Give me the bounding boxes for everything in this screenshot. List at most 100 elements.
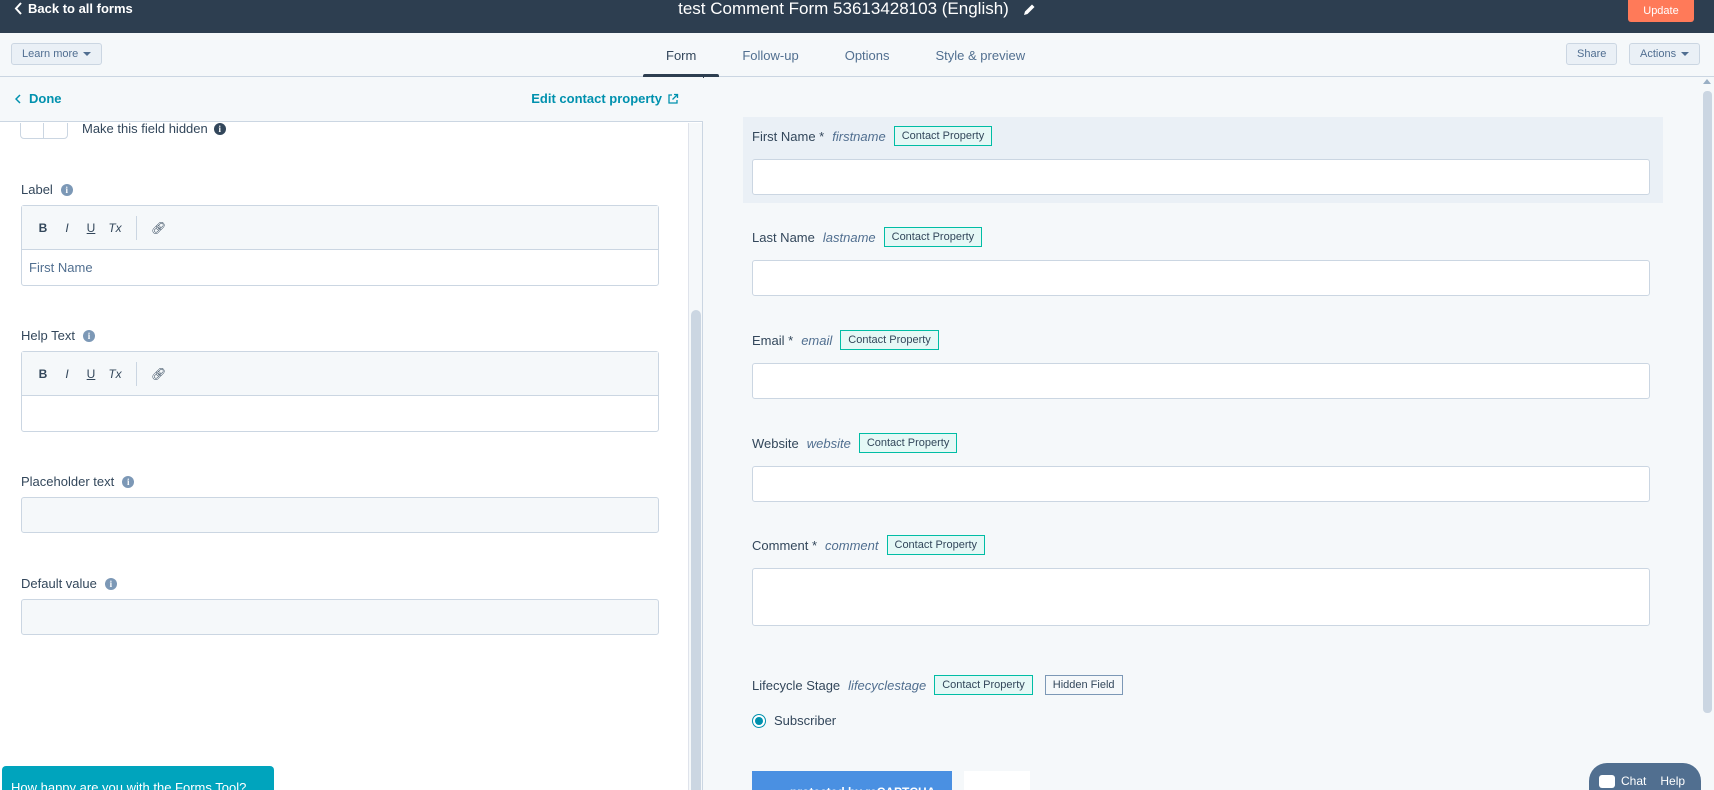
info-icon[interactable]: i [60,183,73,196]
scroll-up-arrow-icon[interactable] [1703,79,1711,84]
italic-button[interactable]: I [60,221,74,235]
bold-button[interactable]: B [36,367,50,381]
hidden-field-badge: Hidden Field [1044,675,1123,695]
actions-label: Actions [1640,48,1677,60]
update-button[interactable]: Update [1628,0,1694,22]
tab-follow-up[interactable]: Follow-up [719,33,821,77]
field-editor-panel: Done Edit contact property Make this fie… [0,77,703,790]
preview-field-comment[interactable]: Comment * comment Contact Property [743,534,1663,626]
contact-property-badge: Contact Property [883,227,983,247]
tab-style-preview[interactable]: Style & preview [913,33,1049,77]
default-value-title: Default value [21,576,97,591]
chat-help-widget[interactable]: Chat Help [1589,763,1701,790]
preview-scrollbar-thumb[interactable] [1703,91,1712,713]
link-icon[interactable]: 🔗︎ [151,367,166,381]
help-text-editor-toolbar: B I U Tx 🔗︎ [22,352,658,396]
bold-button[interactable]: B [36,221,50,235]
hidden-field-label: Make this field hidden [82,123,208,136]
help-label[interactable]: Help [1660,774,1685,788]
link-icon[interactable]: 🔗︎ [151,221,166,235]
contact-property-badge: Contact Property [858,433,958,453]
field-property-name: website [806,435,851,451]
field-label-row: Website website Contact Property [752,432,1654,454]
field-label-row: Lifecycle Stage lifecyclestage Contact P… [752,674,1654,696]
help-text-editor-content[interactable] [22,396,658,431]
placeholder-text-input[interactable] [21,497,659,533]
placeholder-title-row: Placeholder text i [21,474,135,489]
preview-field-lastname[interactable]: Last Name lastname Contact Property [743,226,1663,296]
form-preview: First Name * firstname Contact Property … [704,77,1714,790]
field-label-row: Email * email Contact Property [752,329,1654,351]
field-property-name: lastname [822,229,876,245]
hidden-field-toggle[interactable] [20,123,68,139]
actions-dropdown[interactable]: Actions [1629,43,1701,65]
contact-property-badge: Contact Property [893,126,993,146]
chat-label[interactable]: Chat [1621,774,1646,788]
preview-field-email[interactable]: Email * email Contact Property [743,329,1663,399]
field-label-row: Last Name lastname Contact Property [752,226,1654,248]
external-link-icon [668,93,679,104]
preview-field-website[interactable]: Website website Contact Property [743,432,1663,502]
contact-property-badge: Contact Property [934,675,1033,695]
field-label: Comment * [752,537,818,553]
field-label-row: Comment * comment Contact Property [752,534,1654,556]
placeholder-title: Placeholder text [21,474,115,489]
email-input[interactable] [752,363,1650,399]
field-label: First Name * [752,128,825,144]
italic-button[interactable]: I [60,367,74,381]
radio-selected-icon[interactable] [752,713,766,728]
contact-property-badge: Contact Property [886,535,986,555]
lastname-input[interactable] [752,260,1650,296]
underline-button[interactable]: U [84,221,98,235]
help-text-title: Help Text [21,328,75,343]
comment-textarea[interactable] [752,568,1650,626]
editor-header: Done Edit contact property [0,77,703,122]
field-property-name: email [801,332,833,348]
info-icon[interactable]: i [82,329,95,342]
info-icon[interactable]: i [213,123,226,135]
label-rich-text-editor: B I U Tx 🔗︎ First Name [21,205,659,286]
field-property-name: comment [825,537,879,553]
chevron-left-icon [15,93,21,104]
help-text-rich-text-editor: B I U Tx 🔗︎ [21,351,659,432]
tab-bar: Learn more Form Follow-up Options Style … [0,33,1714,78]
label-title: Label [21,182,53,197]
label-editor-content[interactable]: First Name [22,250,658,285]
recaptcha-badge: protected by reCAPTCHA [752,771,952,790]
feedback-survey-button[interactable]: How happy are you with the Forms Tool? [2,766,274,790]
radio-option-label: Subscriber [774,713,837,728]
preview-scrollbar[interactable] [1700,77,1714,790]
firstname-input[interactable] [752,159,1650,195]
website-input[interactable] [752,466,1650,502]
form-title: test Comment Form 53613428103 (English) [0,0,1714,18]
learn-more-label: Learn more [22,48,79,60]
tab-form[interactable]: Form [643,33,720,78]
clear-format-button[interactable]: Tx [108,221,122,235]
info-icon[interactable]: i [104,577,117,590]
tab-options[interactable]: Options [822,33,913,77]
field-property-name: firstname [832,128,886,144]
caret-down-icon [1681,52,1690,56]
done-label: Done [29,91,62,106]
field-property-name: lifecyclestage [848,677,927,693]
editor-scrollbar[interactable] [688,123,702,790]
done-link[interactable]: Done [15,91,62,106]
learn-more-dropdown[interactable]: Learn more [11,43,103,65]
default-value-input[interactable] [21,599,659,635]
subscriber-radio-option[interactable]: Subscriber [752,713,836,728]
info-icon[interactable]: i [122,475,135,488]
tabs: Form Follow-up Options Style & preview [643,33,1049,78]
underline-button[interactable]: U [84,367,98,381]
pencil-icon[interactable] [1023,3,1036,16]
preview-field-lifecyclestage[interactable]: Lifecycle Stage lifecyclestage Contact P… [743,674,1663,696]
clear-format-button[interactable]: Tx [108,367,122,381]
field-label: Lifecycle Stage [752,677,841,693]
edit-contact-property-link[interactable]: Edit contact property [531,91,679,106]
field-label-row: First Name * firstname Contact Property [752,125,1654,147]
editor-body: Make this field hidden i Label i B I U T… [0,123,688,790]
preview-field-firstname[interactable]: First Name * firstname Contact Property [743,117,1663,203]
share-button[interactable]: Share [1566,43,1618,65]
field-label: Website [752,435,799,451]
editor-scrollbar-thumb[interactable] [691,310,701,790]
recaptcha-logo-icon [964,771,1030,790]
